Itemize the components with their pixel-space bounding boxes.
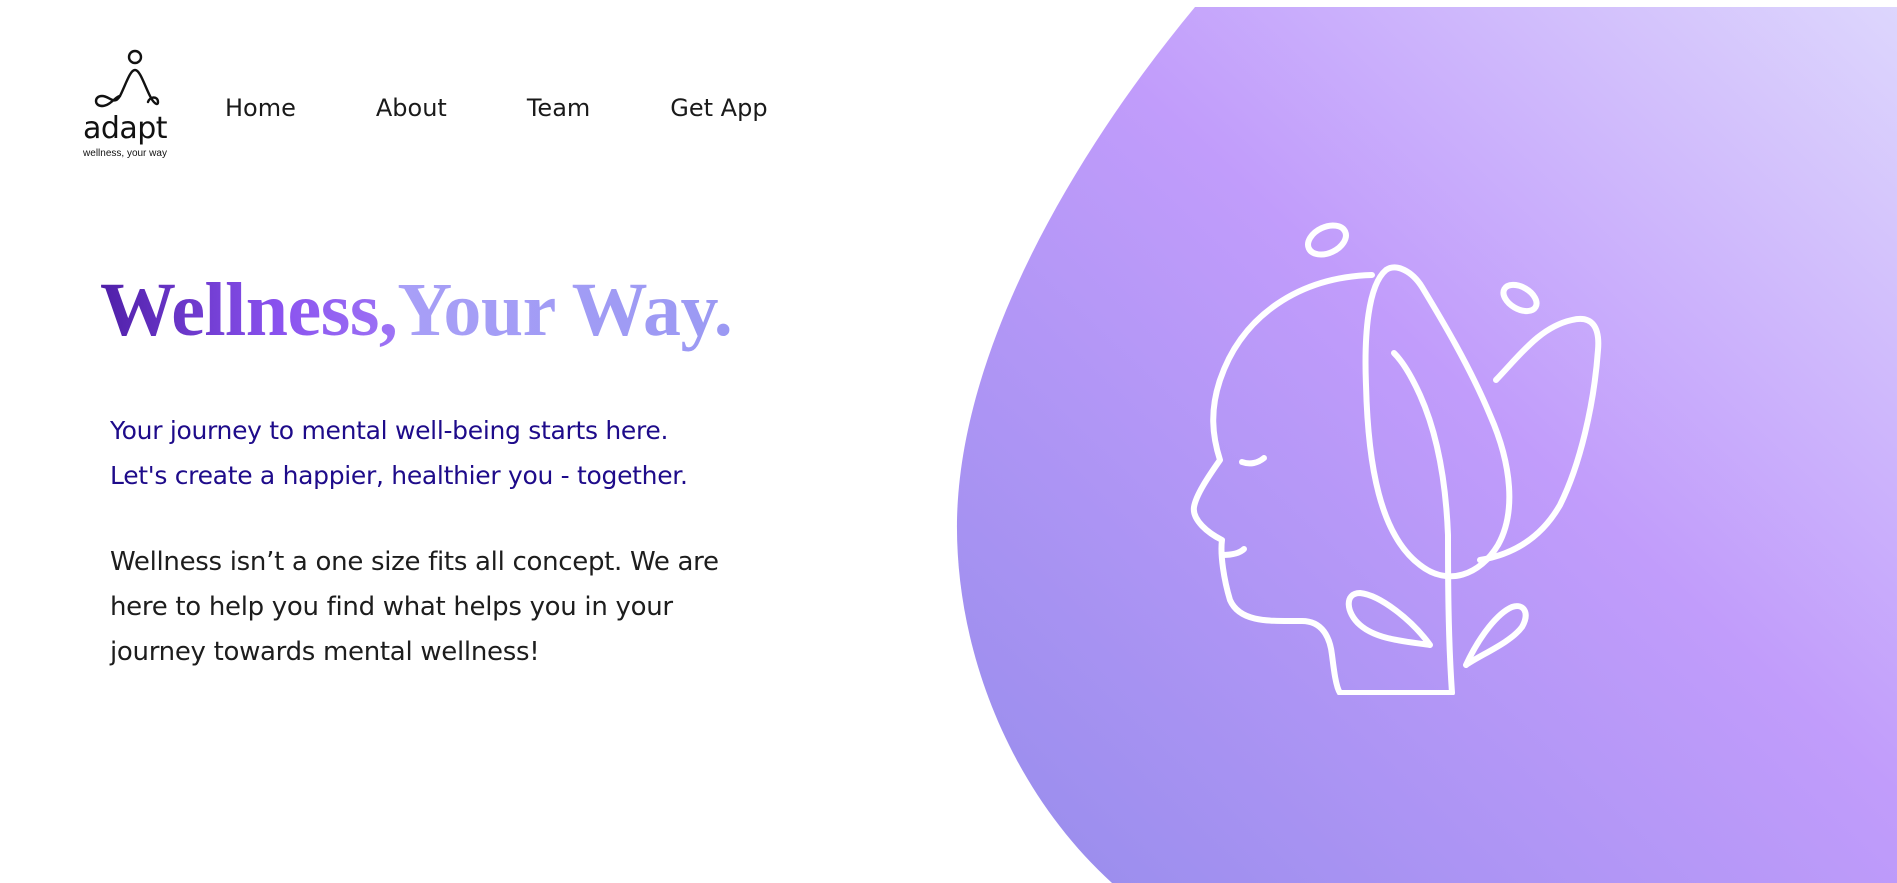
brand-name: adapt xyxy=(82,111,168,146)
hero-body-line3: journey towards mental wellness! xyxy=(110,637,540,667)
hero-title-part1: Wellness, xyxy=(100,268,398,352)
hero-subtitle-line2: Let's create a happier, healthier you - … xyxy=(110,461,688,490)
hero-title: Wellness,Your Way. xyxy=(100,268,733,352)
brand-tagline: wellness, your way xyxy=(83,148,167,159)
head-with-leaf-icon xyxy=(1190,222,1602,695)
nav-get-app[interactable]: Get App xyxy=(670,92,767,124)
hero-body-line1: Wellness isn’t a one size fits all conce… xyxy=(110,547,719,577)
hero-subtitle: Your journey to mental well-being starts… xyxy=(110,408,688,498)
hero-body-line2: here to help you find what helps you in … xyxy=(110,592,673,622)
nav-about[interactable]: About xyxy=(376,92,447,124)
hero-title-part2: Your Way. xyxy=(397,268,733,352)
brand-logo[interactable]: adapt wellness, your way xyxy=(78,48,172,159)
main-nav: Home About Team Get App xyxy=(225,92,768,124)
figure-wave-icon xyxy=(94,49,160,108)
hero-body-text: Wellness isn’t a one size fits all conce… xyxy=(110,540,810,675)
nav-home[interactable]: Home xyxy=(225,92,296,124)
nav-team[interactable]: Team xyxy=(527,92,590,124)
hero-subtitle-line1: Your journey to mental well-being starts… xyxy=(110,416,669,445)
